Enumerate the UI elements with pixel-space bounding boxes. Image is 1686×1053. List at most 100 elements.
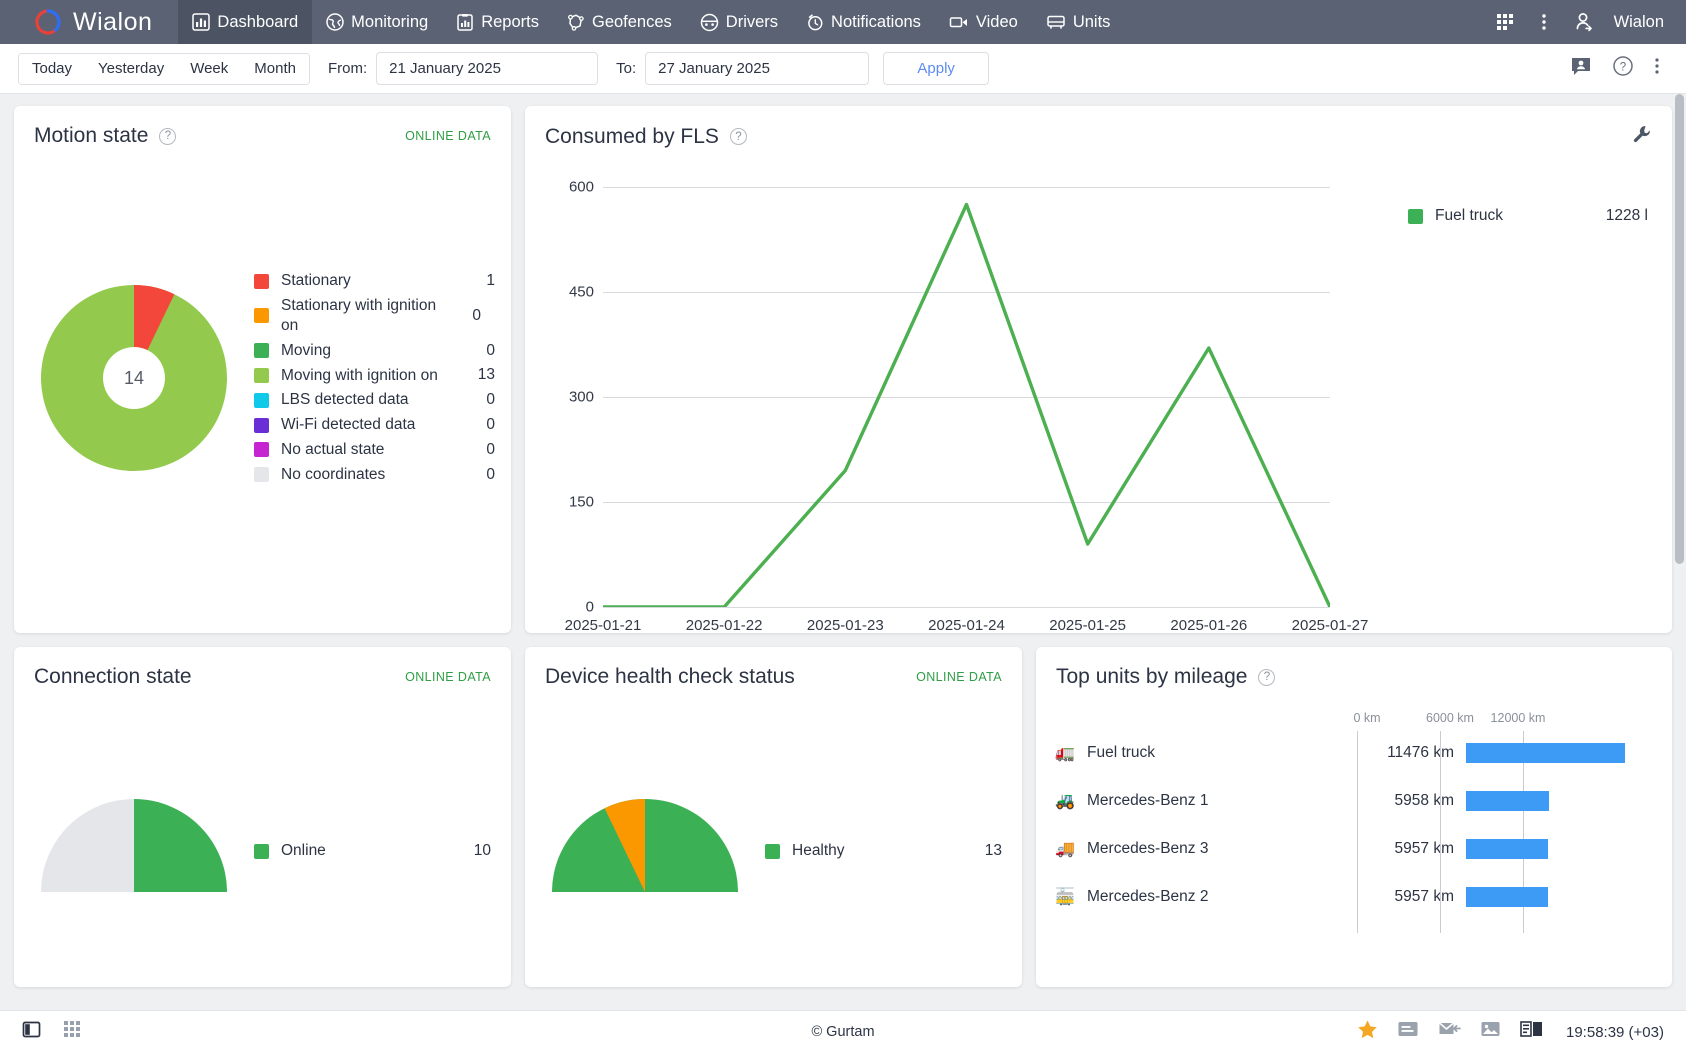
table-row[interactable]: 🚜 Mercedes-Benz 1 5958 km: [1052, 777, 1646, 825]
apply-button[interactable]: Apply: [883, 52, 989, 85]
steering-wheel-icon: [700, 13, 719, 32]
x-tick-label: 2025-01-26: [1170, 617, 1247, 633]
legend-label: Moving with ignition on: [281, 366, 471, 386]
message-icon[interactable]: [1397, 1020, 1419, 1044]
nav-label: Video: [976, 13, 1018, 32]
motion-state-legend: Stationary 1 Stationary with ignition on…: [254, 269, 511, 487]
table-row[interactable]: 🚛 Fuel truck 11476 km: [1052, 729, 1646, 777]
panel-device-health-check-status: Device health check status ONLINE DATA: [525, 647, 1022, 987]
device-health-donut-chart[interactable]: [552, 799, 738, 892]
to-label: To:: [616, 60, 636, 77]
svg-text:?: ?: [1620, 62, 1626, 74]
layout-icon[interactable]: [1520, 1020, 1543, 1044]
help-circle-icon[interactable]: ?: [730, 128, 747, 145]
nav-item-units[interactable]: Units: [1032, 0, 1125, 44]
range-week-button[interactable]: Week: [177, 54, 241, 84]
list-item[interactable]: No actual state 0: [254, 438, 495, 463]
legend-label: LBS detected data: [281, 390, 471, 410]
nav-item-monitoring[interactable]: Monitoring: [312, 0, 442, 44]
x-tick-label: 2025-01-22: [686, 617, 763, 633]
nav-label: Monitoring: [351, 13, 428, 32]
mail-forward-icon[interactable]: [1438, 1020, 1461, 1044]
range-month-button[interactable]: Month: [241, 54, 309, 84]
date-range-toolbar: Today Yesterday Week Month From: To: App…: [0, 44, 1686, 94]
unit-mileage: 5957 km: [1395, 840, 1466, 858]
legend-value: 1: [471, 272, 495, 290]
page-title: Device health check status: [545, 665, 795, 689]
wrench-settings-icon[interactable]: [1632, 124, 1652, 149]
to-date-input[interactable]: [645, 52, 869, 85]
dashboard-row-2: Connection state ONLINE DATA Online: [14, 647, 1672, 987]
scrollbar-thumb[interactable]: [1675, 94, 1684, 564]
unit-name: Fuel truck: [1087, 744, 1155, 762]
legend-swatch: [254, 418, 269, 433]
list-item[interactable]: No coordinates 0: [254, 462, 495, 487]
kebab-menu-icon[interactable]: [1654, 56, 1660, 81]
fls-body: 600 450 300 150 0 2: [525, 149, 1672, 619]
user-name-label[interactable]: Wialon: [1610, 13, 1664, 32]
unit-name: Mercedes-Benz 2: [1087, 888, 1208, 906]
list-item[interactable]: Wi-Fi detected data 0: [254, 413, 495, 438]
list-item[interactable]: Online 10: [254, 842, 491, 860]
user-card-icon[interactable]: [1570, 55, 1592, 82]
legend-label: Stationary: [281, 271, 471, 291]
legend-swatch: [254, 844, 269, 859]
apps-grid-icon[interactable]: [1484, 12, 1526, 32]
list-item[interactable]: Stationary 1: [254, 269, 495, 294]
table-row[interactable]: 🚋 Mercedes-Benz 2 5957 km: [1052, 873, 1646, 921]
list-item[interactable]: Healthy 13: [765, 842, 1002, 860]
clock-label: 19:58:39 (+03): [1566, 1024, 1664, 1041]
help-circle-icon[interactable]: ?: [1258, 669, 1275, 686]
list-item[interactable]: LBS detected data 0: [254, 388, 495, 413]
x-tick-label: 0 km: [1353, 711, 1380, 725]
axis-line: [1357, 731, 1358, 933]
range-yesterday-button[interactable]: Yesterday: [85, 54, 177, 84]
nav-item-geofences[interactable]: Geofences: [553, 0, 686, 44]
nav-item-reports[interactable]: Reports: [442, 0, 553, 44]
fls-line-chart[interactable]: 600 450 300 150 0 2: [525, 157, 1382, 619]
page-title: Motion state: [34, 124, 148, 148]
nav-item-dashboard[interactable]: Dashboard: [178, 0, 312, 44]
panel-toggle-icon[interactable]: [22, 1020, 41, 1044]
connection-state-donut-chart[interactable]: [41, 799, 227, 892]
x-tick-label: 2025-01-21: [565, 617, 642, 633]
user-logout-icon[interactable]: [1562, 11, 1606, 33]
y-tick-label: 150: [569, 494, 603, 511]
from-date-input[interactable]: [376, 52, 598, 85]
bar-fill: [1466, 791, 1549, 811]
list-item[interactable]: Moving 0: [254, 338, 495, 363]
truck-icon: 🚋: [1052, 887, 1078, 907]
y-tick-label: 0: [586, 599, 603, 616]
connection-state-body: Online 10: [14, 689, 511, 892]
list-item[interactable]: Moving with ignition on 13: [254, 363, 495, 388]
apps-grid-icon[interactable]: [63, 1020, 82, 1044]
quick-range-group: Today Yesterday Week Month: [18, 53, 310, 85]
legend-swatch: [254, 274, 269, 289]
vertical-scrollbar[interactable]: [1675, 94, 1684, 1010]
range-today-button[interactable]: Today: [19, 54, 85, 84]
motion-state-donut-chart[interactable]: 14: [41, 285, 227, 471]
panel-motion-state: Motion state ? ONLINE DATA 14: [14, 106, 511, 633]
star-icon[interactable]: [1357, 1019, 1378, 1045]
globe-icon: [326, 13, 344, 31]
legend-value: 10: [474, 842, 491, 860]
nav-item-drivers[interactable]: Drivers: [686, 0, 792, 44]
list-item[interactable]: Stationary with ignition on 0: [254, 294, 495, 339]
list-item[interactable]: Fuel truck 1228 l: [1408, 207, 1648, 225]
bar-track: [1466, 777, 1646, 825]
legend-label: Fuel truck: [1435, 207, 1503, 225]
bar-chart-icon: [192, 13, 210, 31]
nav-item-video[interactable]: Video: [935, 0, 1032, 44]
dashboard-area: Motion state ? ONLINE DATA 14: [0, 94, 1686, 1010]
x-tick-label: 2025-01-24: [928, 617, 1005, 633]
table-row[interactable]: 🚚 Mercedes-Benz 3 5957 km: [1052, 825, 1646, 873]
nav-item-notifications[interactable]: Notifications: [792, 0, 935, 44]
help-circle-icon[interactable]: ?: [1612, 55, 1634, 82]
gauge-wrap: [525, 799, 765, 892]
status-bar: © Gurtam 19:58:39 (+03): [0, 1010, 1686, 1053]
kebab-menu-icon[interactable]: [1530, 12, 1558, 32]
image-icon[interactable]: [1480, 1020, 1501, 1044]
help-circle-icon[interactable]: ?: [159, 128, 176, 145]
brand-logo[interactable]: Wialon: [0, 0, 178, 44]
legend-value: 13: [985, 842, 1002, 860]
